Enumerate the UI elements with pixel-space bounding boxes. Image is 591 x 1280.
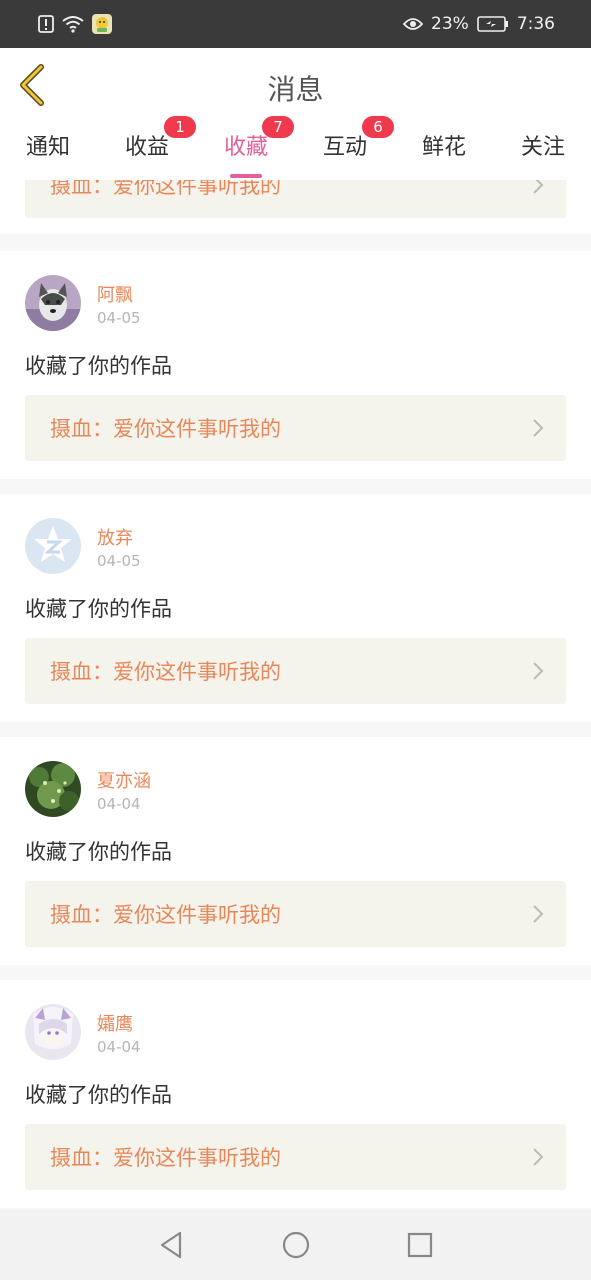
- work-reference-link[interactable]: 摄血：爱你这件事听我的: [25, 638, 566, 704]
- wifi-icon: [62, 15, 84, 33]
- action-text: 收藏了你的作品: [25, 354, 172, 378]
- username[interactable]: 阿飘: [97, 281, 133, 307]
- nav-back-icon: [160, 1231, 181, 1259]
- chevron-right-icon: [533, 905, 544, 923]
- list-item: 夏亦涵 04-04 收藏了你的作品 摄血：爱你这件事听我的: [0, 737, 591, 965]
- tab-earnings[interactable]: 收益 1: [107, 116, 196, 174]
- tab-badge: 7: [262, 116, 294, 138]
- status-left: [38, 14, 112, 34]
- nav-back-button[interactable]: [152, 1225, 192, 1265]
- tab-flowers[interactable]: 鲜花: [404, 130, 484, 174]
- tab-notify[interactable]: 通知: [8, 130, 88, 174]
- status-right: 23% 7:36: [403, 14, 555, 34]
- chevron-right-icon: [533, 180, 544, 194]
- work-reference-link[interactable]: 摄血：爱你这件事听我的: [25, 1124, 566, 1190]
- work-title: 摄血：爱你这件事听我的: [50, 1146, 281, 1170]
- work-reference-link[interactable]: 摄血：爱你这件事听我的: [25, 395, 566, 461]
- avatar[interactable]: [25, 761, 81, 817]
- list-item-partial: 摄血：爱你这件事听我的: [0, 180, 591, 234]
- username[interactable]: 夏亦涵: [97, 767, 151, 793]
- alert-icon: [38, 15, 54, 33]
- action-text: 收藏了你的作品: [25, 597, 172, 621]
- tab-label: 鲜花: [421, 135, 466, 160]
- list-item: 阿飘 04-05 收藏了你的作品 摄血：爱你这件事听我的: [0, 251, 591, 479]
- battery-icon: [477, 16, 509, 32]
- nav-recents-icon: [407, 1232, 432, 1258]
- timestamp: 04-04: [97, 795, 141, 813]
- work-title: 摄血：爱你这件事听我的: [50, 180, 281, 198]
- avatar[interactable]: [25, 518, 81, 574]
- avatar[interactable]: [25, 275, 81, 331]
- list-item: 孀鹰 04-04 收藏了你的作品 摄血：爱你这件事听我的: [0, 980, 591, 1208]
- chevron-right-icon: [533, 662, 544, 680]
- eye-icon: [403, 17, 424, 31]
- timestamp: 04-04: [97, 1038, 141, 1056]
- tab-badge: 1: [164, 116, 196, 138]
- avatar[interactable]: [25, 1004, 81, 1060]
- work-title: 摄血：爱你这件事听我的: [50, 903, 281, 927]
- action-text: 收藏了你的作品: [25, 1083, 172, 1107]
- username[interactable]: 孀鹰: [97, 1010, 133, 1036]
- nav-home-icon: [282, 1231, 309, 1259]
- work-reference-link[interactable]: 摄血：爱你这件事听我的: [25, 180, 566, 218]
- work-title: 摄血：爱你这件事听我的: [50, 660, 281, 684]
- tab-interaction[interactable]: 互动 6: [305, 116, 394, 174]
- tab-follow[interactable]: 关注: [503, 130, 583, 174]
- tab-bar: 通知 收益 1 收藏 7 互动 6 鲜花 关注: [0, 116, 591, 180]
- work-reference-link[interactable]: 摄血：爱你这件事听我的: [25, 881, 566, 947]
- active-tab-indicator: [230, 174, 262, 178]
- tab-favorites[interactable]: 收藏 7: [206, 116, 294, 178]
- nav-recents-button[interactable]: [400, 1225, 440, 1265]
- timestamp: 04-05: [97, 552, 141, 570]
- tab-badge: 6: [362, 116, 394, 138]
- system-nav-bar: [0, 1210, 591, 1280]
- chevron-right-icon: [533, 419, 544, 437]
- status-bar: 23% 7:36: [0, 0, 591, 48]
- chevron-right-icon: [533, 1148, 544, 1166]
- list-item: 放弃 04-05 收藏了你的作品 摄血：爱你这件事听我的: [0, 494, 591, 722]
- tab-label: 通知: [25, 135, 70, 160]
- app-notification-icon: [92, 14, 112, 34]
- tab-label: 关注: [520, 135, 565, 160]
- page-title: 消息: [267, 73, 324, 106]
- action-text: 收藏了你的作品: [25, 840, 172, 864]
- status-time: 7:36: [516, 14, 555, 34]
- work-title: 摄血：爱你这件事听我的: [50, 417, 281, 441]
- message-list[interactable]: 摄血：爱你这件事听我的 阿飘 04-05 收藏了你的作品 摄血：爱你这件事听我的: [0, 180, 591, 1210]
- username[interactable]: 放弃: [97, 524, 133, 550]
- header-bar: 消息: [0, 48, 591, 123]
- timestamp: 04-05: [97, 309, 141, 327]
- battery-percent: 23%: [431, 14, 469, 34]
- nav-home-button[interactable]: [276, 1225, 316, 1265]
